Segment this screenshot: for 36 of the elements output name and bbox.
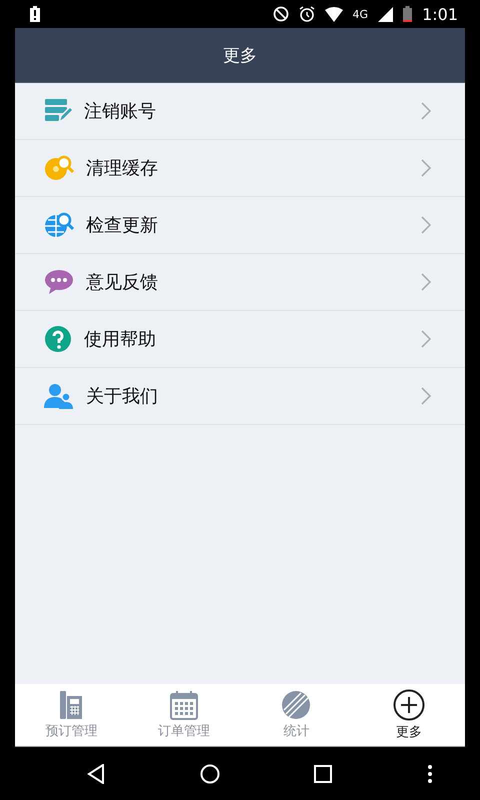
chevron-right-icon — [421, 273, 431, 291]
alarm-icon — [298, 6, 315, 22]
globe-search-icon — [44, 212, 74, 238]
more-options-icon[interactable] — [426, 764, 433, 784]
signal-icon — [378, 6, 394, 22]
desk-phone-icon — [59, 690, 84, 720]
chevron-right-icon — [421, 387, 431, 405]
home-icon[interactable] — [200, 764, 220, 784]
people-icon — [44, 383, 74, 409]
back-icon[interactable] — [87, 764, 106, 784]
add-icon — [392, 689, 425, 721]
do-not-disturb-icon — [272, 6, 289, 22]
tab[interactable]: 更多 — [352, 684, 465, 746]
menu-item[interactable]: 关于我们 — [15, 368, 465, 425]
calendar-icon — [170, 690, 198, 720]
list-edit-icon — [44, 98, 72, 124]
speech-bubble-icon — [44, 269, 74, 295]
disc-search-icon — [44, 155, 74, 181]
battery-icon — [403, 6, 412, 22]
menu-item[interactable]: 使用帮助 — [15, 311, 465, 368]
menu-item[interactable]: 意见反馈 — [15, 254, 465, 311]
pie-chart-icon — [281, 690, 312, 720]
page-title: 更多 — [223, 44, 257, 66]
menu-item[interactable]: 检查更新 — [15, 197, 465, 254]
battery-alert-icon — [30, 6, 40, 22]
chevron-right-icon — [421, 216, 431, 234]
chevron-right-icon — [421, 330, 431, 348]
menu-item[interactable]: 清理缓存 — [15, 140, 465, 197]
help-icon — [44, 325, 72, 353]
menu-item[interactable]: 注销账号 — [15, 83, 465, 140]
clock: 1:01 — [422, 4, 458, 24]
network-type: 4G — [352, 8, 368, 20]
wifi-icon — [324, 6, 343, 22]
chevron-right-icon — [421, 102, 431, 120]
chevron-right-icon — [421, 159, 431, 177]
recents-icon[interactable] — [314, 764, 332, 782]
